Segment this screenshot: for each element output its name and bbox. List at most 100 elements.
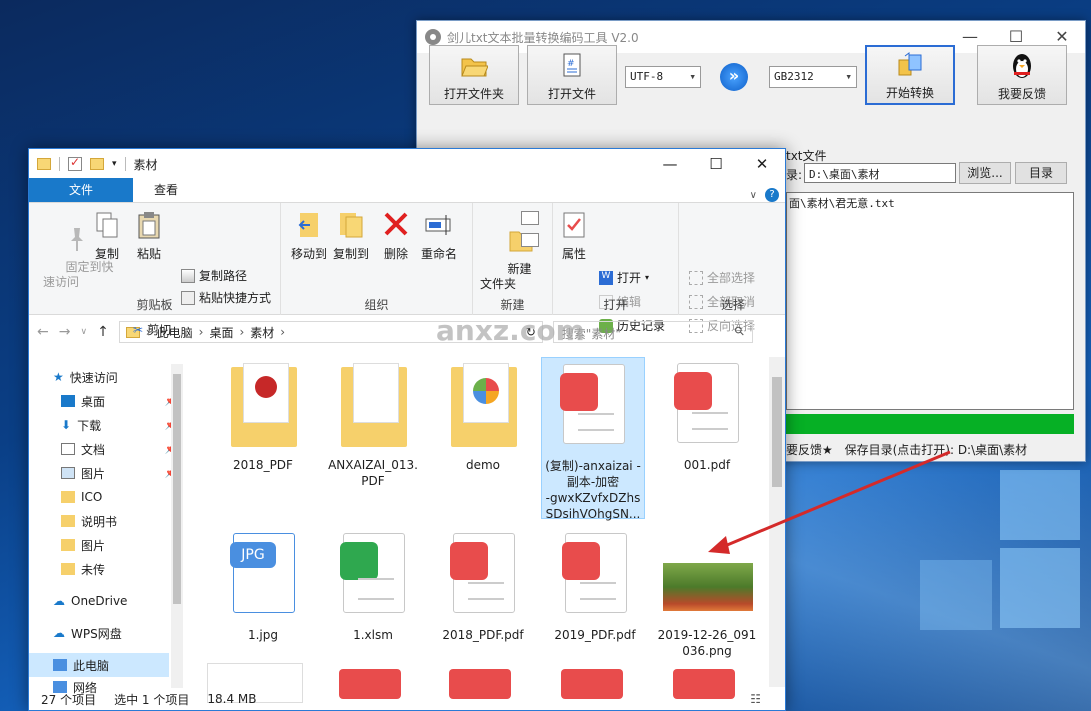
properties-quick-icon[interactable] <box>68 155 82 171</box>
save-dir-link[interactable]: 保存目录(点击打开): D:\桌面\素材 <box>845 443 1028 457</box>
new-folder-button[interactable]: 新建 文件夹 <box>477 211 533 307</box>
penguin-icon <box>1013 54 1031 78</box>
converter-status: 要反馈★ 保存目录(点击打开): D:\桌面\素材 <box>786 441 1027 458</box>
directory-button[interactable]: 目录 <box>1015 162 1067 184</box>
file-item[interactable]: 1.xlsm <box>321 533 425 643</box>
source-encoding-select[interactable]: UTF-8 <box>625 66 701 88</box>
delete-x-icon <box>384 212 408 236</box>
nav-label: ICO <box>81 490 103 504</box>
file-item[interactable]: 001.pdf <box>655 363 759 473</box>
pin-quick-access-button[interactable]: 固定到快 速访问 <box>35 211 114 305</box>
nav-label: OneDrive <box>71 594 128 608</box>
new-folder-quick-icon[interactable] <box>90 158 104 170</box>
ribbon: 固定到快 速访问 复制 粘贴 复制路径 粘贴快捷方式 ✂ 剪切 剪贴板 移动到 … <box>29 203 785 337</box>
file-list-item[interactable]: 面\素材\君无意.txt <box>789 195 1071 211</box>
open-folder-button[interactable]: 打开文件夹 <box>429 45 519 105</box>
copy-path-button[interactable]: 复制路径 <box>181 267 247 284</box>
forward-arrow-icon[interactable]: → <box>59 324 71 340</box>
breadcrumb-current[interactable]: 素材 <box>250 324 274 341</box>
nav-documents[interactable]: 文档📌 <box>29 437 183 461</box>
select-all-button[interactable]: 全部选择 <box>689 269 755 286</box>
close-button[interactable]: ✕ <box>739 149 785 179</box>
delete-button[interactable]: 删除 <box>381 211 411 262</box>
breadcrumb-desktop[interactable]: 桌面 <box>209 324 233 341</box>
scrollbar-thumb[interactable] <box>772 377 782 487</box>
nav-pictures[interactable]: 图片📌 <box>29 461 183 485</box>
file-name: ANXAIZAI_013. PDF <box>328 458 418 488</box>
nav-unsent[interactable]: 未传 <box>29 557 183 581</box>
properties-button[interactable]: 属性 <box>559 211 589 262</box>
target-encoding-select[interactable]: GB2312 <box>769 66 857 88</box>
file-item[interactable]: ANXAIZAI_013. PDF <box>321 363 425 489</box>
recent-dropdown-icon[interactable]: ∨ <box>80 327 87 337</box>
copy-to-button[interactable]: 复制到 <box>331 211 371 262</box>
file-name: demo <box>465 458 501 472</box>
minimize-button[interactable]: — <box>647 149 693 179</box>
selection-size: 18.4 MB <box>207 692 257 706</box>
file-item[interactable]: 2019_PDF.pdf <box>543 533 647 643</box>
scrollbar-thumb[interactable] <box>173 374 181 604</box>
move-to-label: 移动到 <box>290 247 327 261</box>
nav-downloads[interactable]: ⬇ 下载📌 <box>29 413 183 437</box>
nav-quick-access[interactable]: ★ 快速访问 <box>29 365 183 389</box>
file-name: 001.pdf <box>683 458 731 472</box>
cut-button[interactable]: ✂ 剪切 <box>133 321 171 338</box>
path-input[interactable]: D:\桌面\素材 <box>804 163 956 183</box>
file-item[interactable]: JPG 1.jpg <box>211 533 315 643</box>
file-item-selected[interactable]: (复制)-anxaizai - 副本-加密 -gwxKZvfxDZhs SDsi… <box>541 357 645 521</box>
nav-label: 说明书 <box>81 514 118 529</box>
group-select: 全部选择 全部取消 反向选择 选择 <box>679 203 785 333</box>
file-item[interactable]: 2019-12-26_091 036.png <box>655 533 759 659</box>
chevron-right-icon: › <box>239 325 245 339</box>
feedback-status-text: 要反馈★ <box>786 443 833 457</box>
ribbon-tabs: 文件 主页 共享 查看 ∨ ? <box>29 178 785 203</box>
up-arrow-icon[interactable]: ↑ <box>97 324 109 340</box>
nav-pictures-folder[interactable]: 图片 <box>29 533 183 557</box>
file-scrollbar[interactable] <box>769 357 785 687</box>
nav-this-pc[interactable]: 此电脑 <box>29 653 169 677</box>
nav-wps-drive[interactable]: ☁ WPS网盘 <box>29 621 183 645</box>
nav-ico[interactable]: ICO <box>29 485 183 509</box>
nav-onedrive[interactable]: ☁ OneDrive <box>29 589 183 613</box>
file-item[interactable]: 2018_PDF.pdf <box>431 533 535 643</box>
move-to-button[interactable]: 移动到 <box>289 211 329 262</box>
ribbon-collapse-icon[interactable]: ∨ <box>750 190 757 201</box>
browse-button[interactable]: 浏览... <box>959 162 1011 184</box>
copy-path-icon <box>181 268 195 283</box>
paste-button[interactable]: 粘贴 <box>133 211 165 262</box>
open-file-button[interactable]: # 打开文件 <box>527 45 617 105</box>
nav-label: 下载 <box>77 418 102 433</box>
pdf-file-icon <box>669 363 745 451</box>
back-arrow-icon[interactable]: ← <box>37 324 49 340</box>
tab-view[interactable]: 查看 <box>139 178 193 202</box>
new-item-icon[interactable] <box>521 211 539 225</box>
copy-button[interactable]: 复制 <box>91 211 123 262</box>
move-to-icon <box>298 213 318 237</box>
tab-file[interactable]: 文件 <box>29 178 133 202</box>
file-item[interactable]: 2018_PDF <box>211 363 315 473</box>
item-count: 27 个项目 <box>41 692 97 707</box>
star-icon: ★ <box>53 370 64 384</box>
easy-access-icon[interactable] <box>521 233 539 247</box>
details-view-icon[interactable]: ☷ <box>750 692 761 706</box>
rename-button[interactable]: 重命名 <box>419 211 459 262</box>
nav-label: 快速访问 <box>69 370 118 385</box>
separator <box>59 157 60 171</box>
file-grid: 2018_PDF ANXAIZAI_013. PDF demo (复制)-anx… <box>197 357 769 703</box>
copy-icon <box>96 212 118 238</box>
file-item[interactable]: demo <box>431 363 535 473</box>
start-convert-button[interactable]: 开始转换 <box>865 45 955 105</box>
select-all-label: 全部选择 <box>707 271 756 285</box>
file-list[interactable]: 面\素材\君无意.txt <box>786 192 1074 410</box>
nav-desktop[interactable]: 桌面📌 <box>29 389 183 413</box>
nav-manual[interactable]: 说明书 <box>29 509 183 533</box>
open-button[interactable]: W 打开 ▾ <box>599 269 649 286</box>
group-open-label: 打开 <box>603 298 628 312</box>
maximize-button[interactable]: ☐ <box>693 149 739 179</box>
folder-icon <box>445 363 521 451</box>
help-icon[interactable]: ? <box>765 188 779 202</box>
quick-access-dropdown-icon[interactable]: ▾ <box>112 159 117 169</box>
nav-scrollbar[interactable] <box>171 364 183 688</box>
feedback-button[interactable]: 我要反馈 <box>977 45 1067 105</box>
new-folder-label: 新建 文件夹 <box>479 262 532 291</box>
